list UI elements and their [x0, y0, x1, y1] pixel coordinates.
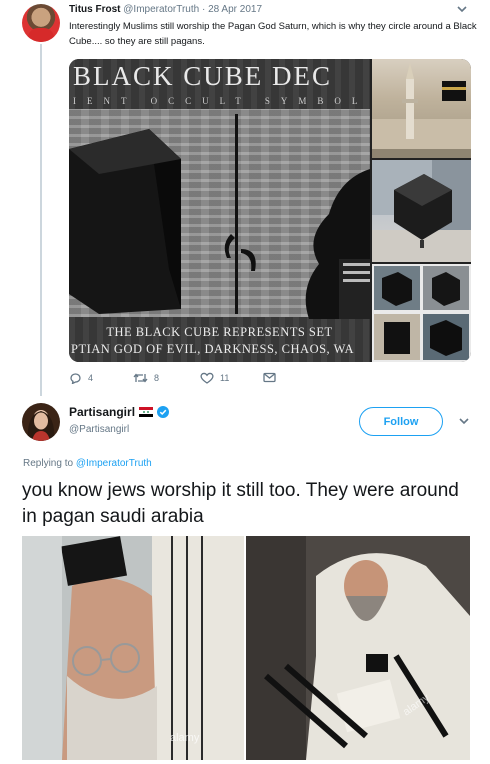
man-with-tefillin-photo: alamy: [22, 536, 244, 760]
set-deity-illustration: [305, 169, 370, 319]
heart-icon: [200, 372, 214, 384]
image-caption-line-2: PTIAN GOD OF EVIL, DARKNESS, CHAOS, WA: [71, 342, 355, 356]
parent-tweet[interactable]: Titus Frost @ImperatorTruth · 28 Apr 201…: [0, 0, 490, 396]
replying-to-link[interactable]: @ImperatorTruth: [76, 458, 152, 469]
retweet-button[interactable]: 8: [133, 372, 159, 384]
envelope-icon: [263, 372, 276, 383]
image-caption-line-1: THE BLACK CUBE REPRESENTS SET: [106, 325, 333, 339]
watermark-text: alamy: [170, 732, 200, 744]
verified-badge-icon: [157, 406, 170, 418]
like-button[interactable]: 11: [200, 372, 229, 384]
chevron-down-icon[interactable]: [458, 416, 470, 426]
reply-icon: [70, 373, 81, 384]
cube-sculpture-photo: [372, 160, 471, 262]
chevron-down-icon[interactable]: [456, 4, 468, 14]
user-handle[interactable]: @Partisangirl: [69, 424, 129, 435]
direct-message-button[interactable]: [263, 372, 276, 383]
black-cube-collage-photo: [372, 264, 471, 362]
tweet-text: Interestingly Muslims still worship the …: [69, 21, 477, 47]
tweet-media-image[interactable]: BLACK CUBE DEC IENT OCCULT SYMBOL THE BL…: [69, 59, 471, 362]
display-name[interactable]: Titus Frost: [69, 4, 120, 15]
man-praying-photo: alamy: [246, 536, 470, 760]
retweet-icon: [133, 373, 148, 383]
avatar[interactable]: [22, 4, 60, 42]
image-title-text: BLACK CUBE DEC: [73, 61, 333, 91]
tweet-media-image[interactable]: alamy alamy: [22, 536, 470, 760]
retweet-count: 8: [154, 373, 160, 383]
black-cube-decoded-image: BLACK CUBE DEC IENT OCCULT SYMBOL THE BL…: [69, 59, 370, 362]
user-handle[interactable]: @ImperatorTruth: [123, 4, 199, 15]
replying-to-line: Replying to @ImperatorTruth: [23, 458, 152, 469]
kaaba-mecca-photo: [372, 59, 471, 158]
thread-connector-line: [40, 44, 42, 396]
avatar[interactable]: [22, 403, 60, 441]
reply-button[interactable]: 4: [69, 372, 93, 384]
tweet-header: Titus Frost @ImperatorTruth · 28 Apr 201…: [69, 4, 262, 16]
image-subtitle-text: IENT OCCULT SYMBOL: [73, 96, 369, 106]
tweet-date[interactable]: · 28 Apr 2017: [202, 4, 262, 15]
reply-count: 4: [88, 373, 94, 383]
black-cube-illustration: [69, 129, 181, 314]
display-name-row: Partisangirl: [69, 405, 170, 419]
was-staff-illustration: [224, 114, 256, 314]
like-count: 11: [220, 373, 230, 383]
replying-to-label: Replying to: [23, 458, 74, 469]
display-name[interactable]: Partisangirl: [69, 405, 135, 419]
follow-button[interactable]: Follow: [359, 407, 443, 436]
tweet-text: you know jews worship it still too. They…: [22, 480, 459, 527]
syria-flag-icon: [139, 407, 154, 417]
